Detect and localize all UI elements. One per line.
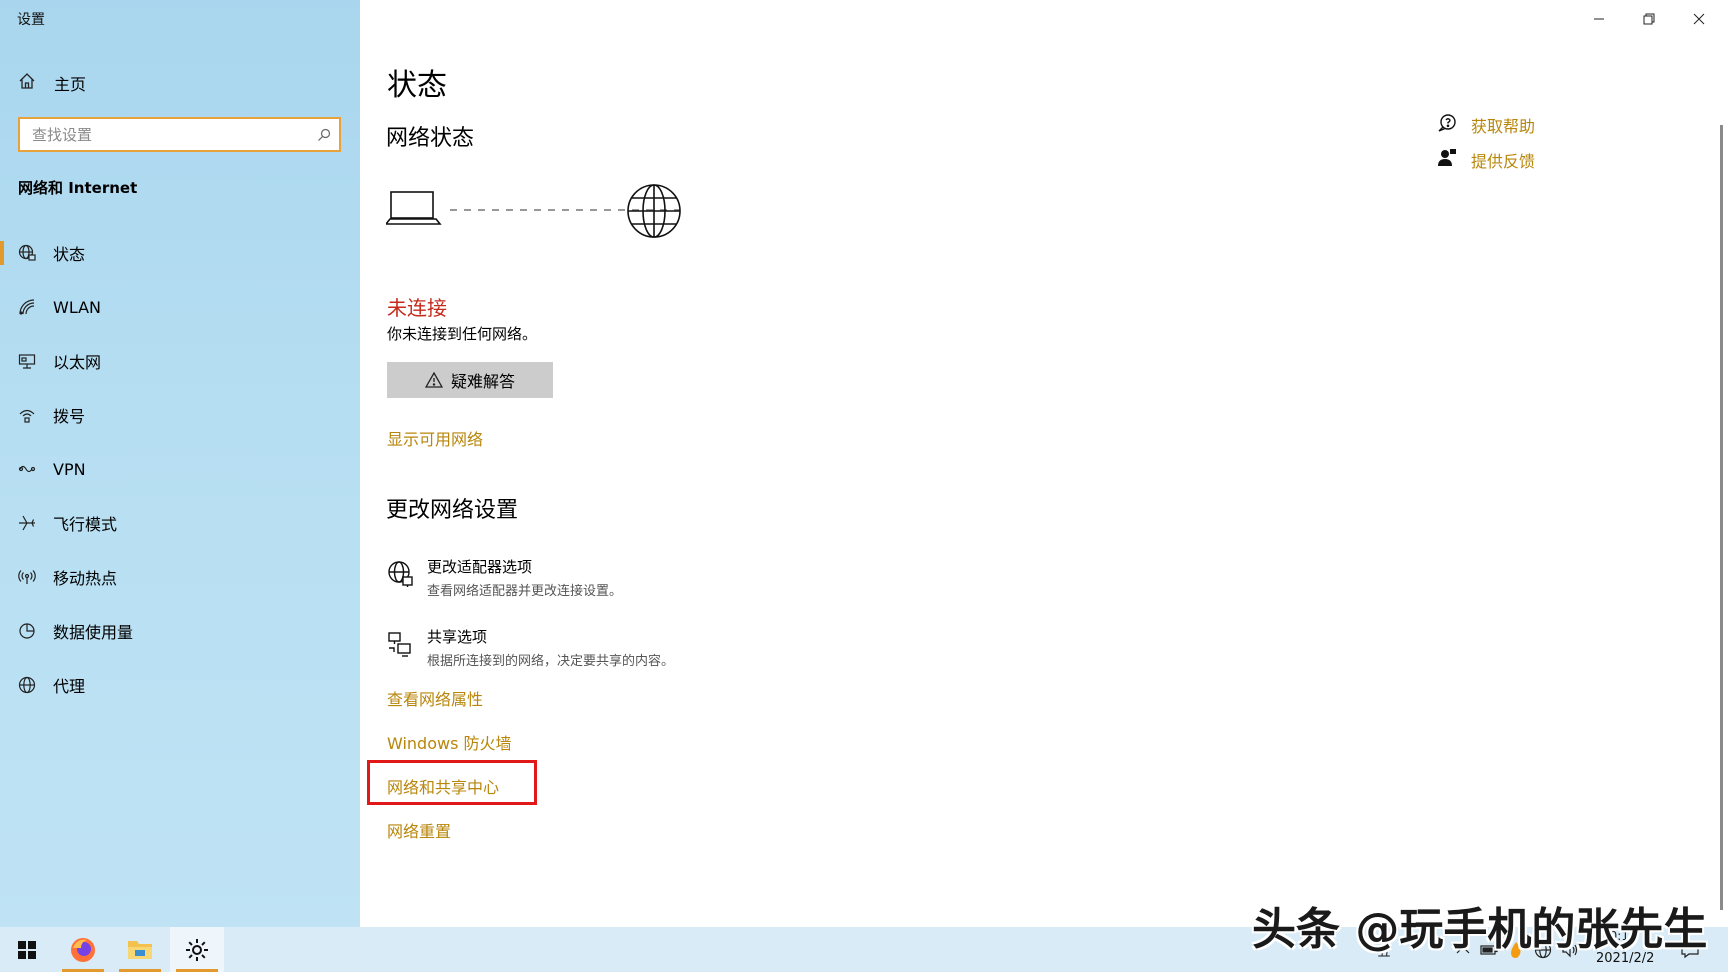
adapter-icon — [386, 560, 414, 588]
close-button[interactable] — [1676, 4, 1722, 34]
sidebar-item-hotspot[interactable]: 移动热点 — [0, 557, 360, 597]
search-box[interactable] — [18, 117, 341, 152]
windows-logo-icon — [18, 940, 36, 959]
home-nav[interactable]: 主页 — [18, 70, 86, 96]
home-label: 主页 — [54, 75, 87, 94]
sidebar-item-label: 状态 — [53, 245, 86, 264]
minimize-button[interactable] — [1576, 4, 1622, 34]
proxy-globe-icon — [18, 676, 36, 694]
sidebar-item-status[interactable]: 状态 — [0, 233, 360, 273]
sidebar-item-label: 数据使用量 — [53, 623, 134, 642]
change-settings-heading: 更改网络设置 — [386, 498, 519, 523]
wifi-icon — [18, 298, 36, 316]
ethernet-icon — [18, 352, 36, 370]
sharing-options[interactable]: 共享选项 根据所连接到的网络，决定要共享的内容。 — [386, 626, 674, 669]
warning-icon — [424, 372, 443, 388]
search-icon[interactable] — [309, 128, 339, 142]
window-title: 设置 — [17, 12, 45, 28]
windows-firewall-link[interactable]: Windows 防火墙 — [387, 730, 512, 754]
start-button[interactable] — [0, 927, 54, 972]
sidebar-item-label: 代理 — [53, 677, 86, 696]
feedback-person-icon — [1437, 148, 1457, 172]
sidebar: 设置 主页 网络和 Internet 状态 WLAN 以太网 拨号 — [0, 0, 360, 927]
scrollbar[interactable] — [1720, 125, 1723, 910]
sidebar-item-label: 拨号 — [53, 407, 86, 426]
vpn-icon — [18, 460, 36, 478]
option-desc: 根据所连接到的网络，决定要共享的内容。 — [427, 654, 675, 669]
highlight-box — [367, 760, 537, 805]
feedback-link[interactable]: 提供反馈 — [1437, 148, 1535, 172]
connection-status: 未连接 — [387, 296, 447, 320]
sharing-icon — [386, 630, 414, 658]
folder-icon — [128, 940, 152, 959]
option-desc: 查看网络适配器并更改连接设置。 — [427, 584, 623, 599]
data-usage-icon — [18, 622, 36, 640]
laptop-icon — [384, 191, 442, 225]
network-status-heading: 网络状态 — [386, 126, 475, 151]
feedback-label: 提供反馈 — [1471, 152, 1536, 171]
option-title: 共享选项 — [427, 628, 488, 646]
close-icon — [1693, 13, 1705, 25]
home-icon — [18, 72, 36, 94]
network-diagram — [384, 180, 686, 248]
firefox-icon — [71, 937, 95, 962]
internet-globe-icon — [627, 184, 681, 238]
sidebar-item-data-usage[interactable]: 数据使用量 — [0, 611, 360, 651]
sidebar-item-label: 飞行模式 — [53, 515, 118, 534]
adapter-options[interactable]: 更改适配器选项 查看网络适配器并更改连接设置。 — [386, 556, 622, 599]
globe-network-icon — [18, 244, 36, 262]
taskbar-firefox[interactable] — [56, 927, 110, 972]
watermark: 头条 @玩手机的张先生 — [1252, 904, 1708, 955]
option-title: 更改适配器选项 — [427, 558, 533, 576]
help-chat-icon — [1437, 113, 1457, 137]
show-networks-link[interactable]: 显示可用网络 — [387, 426, 483, 450]
get-help-label: 获取帮助 — [1471, 117, 1536, 136]
search-input[interactable] — [20, 119, 309, 150]
airplane-icon — [18, 514, 36, 532]
network-properties-link[interactable]: 查看网络属性 — [387, 686, 483, 710]
main-content: 状态 网络状态 未连接 你未连接到任何网络。 疑难解答 显示可用网络 更改网络设… — [360, 0, 1728, 927]
sidebar-item-label: VPN — [53, 459, 86, 479]
sidebar-item-wlan[interactable]: WLAN — [0, 287, 360, 327]
get-help-link[interactable]: 获取帮助 — [1437, 113, 1535, 137]
sidebar-item-label: 以太网 — [53, 353, 102, 372]
restore-button[interactable] — [1626, 4, 1672, 34]
gear-icon — [186, 938, 208, 961]
dialup-icon — [18, 406, 36, 424]
taskbar-settings[interactable] — [170, 927, 224, 972]
sidebar-item-ethernet[interactable]: 以太网 — [0, 341, 360, 381]
sidebar-item-label: WLAN — [53, 297, 102, 317]
connection-description: 你未连接到任何网络。 — [387, 325, 538, 343]
sidebar-item-dialup[interactable]: 拨号 — [0, 395, 360, 435]
taskbar-file-explorer[interactable] — [113, 927, 167, 972]
hotspot-icon — [18, 568, 36, 586]
sidebar-item-vpn[interactable]: VPN — [0, 449, 360, 489]
minimize-icon — [1594, 18, 1604, 20]
restore-icon — [1643, 13, 1655, 25]
section-title: 网络和 Internet — [18, 179, 138, 197]
troubleshoot-label: 疑难解答 — [450, 372, 515, 391]
sidebar-item-label: 移动热点 — [53, 569, 118, 588]
sidebar-item-proxy[interactable]: 代理 — [0, 665, 360, 705]
sidebar-item-airplane[interactable]: 飞行模式 — [0, 503, 360, 543]
troubleshoot-button[interactable]: 疑难解答 — [387, 362, 553, 398]
page-title: 状态 — [387, 68, 447, 103]
network-reset-link[interactable]: 网络重置 — [387, 818, 451, 842]
